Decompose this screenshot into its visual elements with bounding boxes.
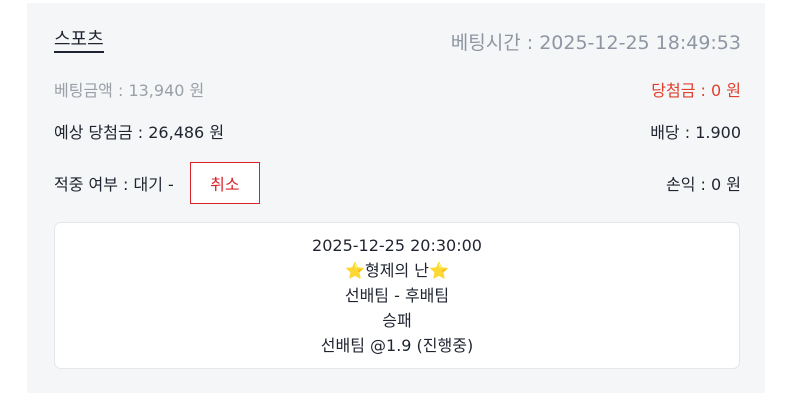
match-title-line: ⭐형제의 난⭐ (345, 258, 449, 283)
category-title: 스포츠 (54, 30, 104, 53)
expected-row: 예상 당첨금 : 26,486 원 배당 : 1.900 (54, 119, 741, 143)
card-header: 스포츠 베팅시간 : 2025-12-25 18:49:53 (54, 28, 741, 55)
bet-amount: 베팅금액 : 13,940 원 (54, 81, 205, 100)
status-row: 적중 여부 : 대기 - 취소 손익 : 0 원 (54, 162, 741, 204)
expected-win: 예상 당첨금 : 26,486 원 (54, 123, 225, 142)
hit-status: 적중 여부 : 대기 - (54, 175, 174, 194)
bet-detail-box: 2025-12-25 20:30:00 ⭐형제의 난⭐ 선배팀 - 후배팀 승패… (54, 222, 740, 369)
cancel-button[interactable]: 취소 (189, 162, 260, 204)
profit-value: 손익 : 0 원 (666, 175, 741, 194)
bet-history-card: 스포츠 베팅시간 : 2025-12-25 18:49:53 베팅금액 : 13… (27, 3, 765, 393)
odds-value: 배당 : 1.900 (650, 123, 741, 142)
amount-row: 베팅금액 : 13,940 원 당첨금 : 0 원 (54, 77, 741, 101)
match-teams: 선배팀 - 후배팀 (344, 286, 450, 305)
bet-time: 베팅시간 : 2025-12-25 18:49:53 (450, 32, 741, 54)
match-datetime: 2025-12-25 20:30:00 (312, 236, 482, 255)
star-icon: ⭐ (345, 261, 366, 280)
match-title: 형제의 난 (365, 261, 429, 280)
hit-status-group: 적중 여부 : 대기 - 취소 (54, 162, 260, 204)
star-icon: ⭐ (428, 261, 449, 280)
bet-selection: 선배팀 @1.9 (진행중) (320, 336, 474, 355)
bet-market: 승패 (382, 311, 412, 330)
win-amount: 당첨금 : 0 원 (651, 81, 741, 100)
